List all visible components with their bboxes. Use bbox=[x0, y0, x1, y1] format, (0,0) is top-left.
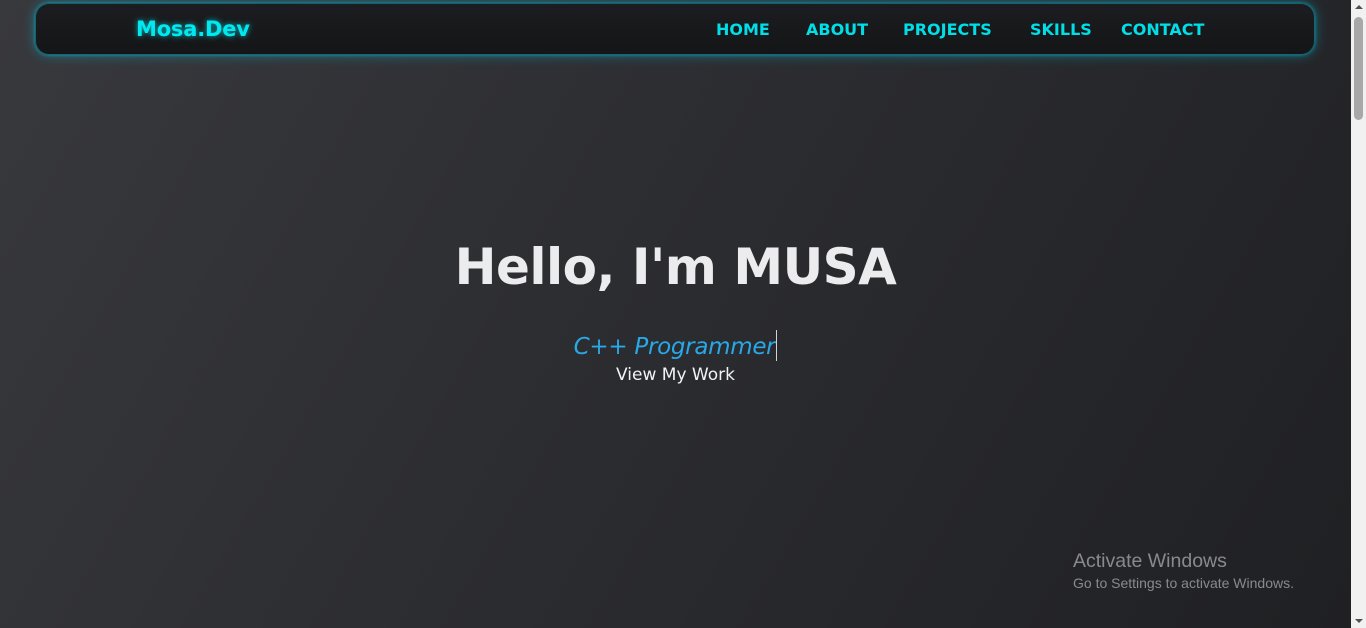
typed-role-line: C++ Programmer bbox=[0, 330, 1351, 361]
scrollbar-thumb[interactable] bbox=[1354, 17, 1363, 120]
nav-projects-link[interactable]: PROJECTS bbox=[903, 20, 992, 39]
scroll-up-arrow-icon[interactable] bbox=[1351, 0, 1366, 14]
nav-skills-link[interactable]: SKILLS bbox=[1030, 20, 1092, 39]
page: Mosa.Dev HOME ABOUT PROJECTS SKILLS CONT… bbox=[0, 0, 1351, 628]
navbar: Mosa.Dev HOME ABOUT PROJECTS SKILLS CONT… bbox=[35, 3, 1315, 55]
view-my-work-button[interactable]: View My Work bbox=[616, 365, 735, 385]
nav-contact-link[interactable]: CONTACT bbox=[1121, 20, 1204, 39]
typed-role-text: C++ Programmer bbox=[573, 334, 776, 360]
site-logo[interactable]: Mosa.Dev bbox=[136, 17, 250, 41]
nav-about-link[interactable]: ABOUT bbox=[806, 20, 868, 39]
vertical-scrollbar[interactable] bbox=[1351, 0, 1366, 628]
typing-cursor bbox=[776, 330, 778, 361]
nav-home-link[interactable]: HOME bbox=[716, 20, 770, 39]
watermark-subtitle: Go to Settings to activate Windows. bbox=[1073, 575, 1294, 591]
activate-windows-watermark: Activate Windows Go to Settings to activ… bbox=[1073, 549, 1294, 593]
scroll-down-arrow-icon[interactable] bbox=[1351, 614, 1366, 628]
watermark-title: Activate Windows bbox=[1073, 550, 1227, 572]
cta-wrap: View My Work bbox=[0, 365, 1351, 385]
hero-title: Hello, I'm MUSA bbox=[454, 238, 897, 296]
